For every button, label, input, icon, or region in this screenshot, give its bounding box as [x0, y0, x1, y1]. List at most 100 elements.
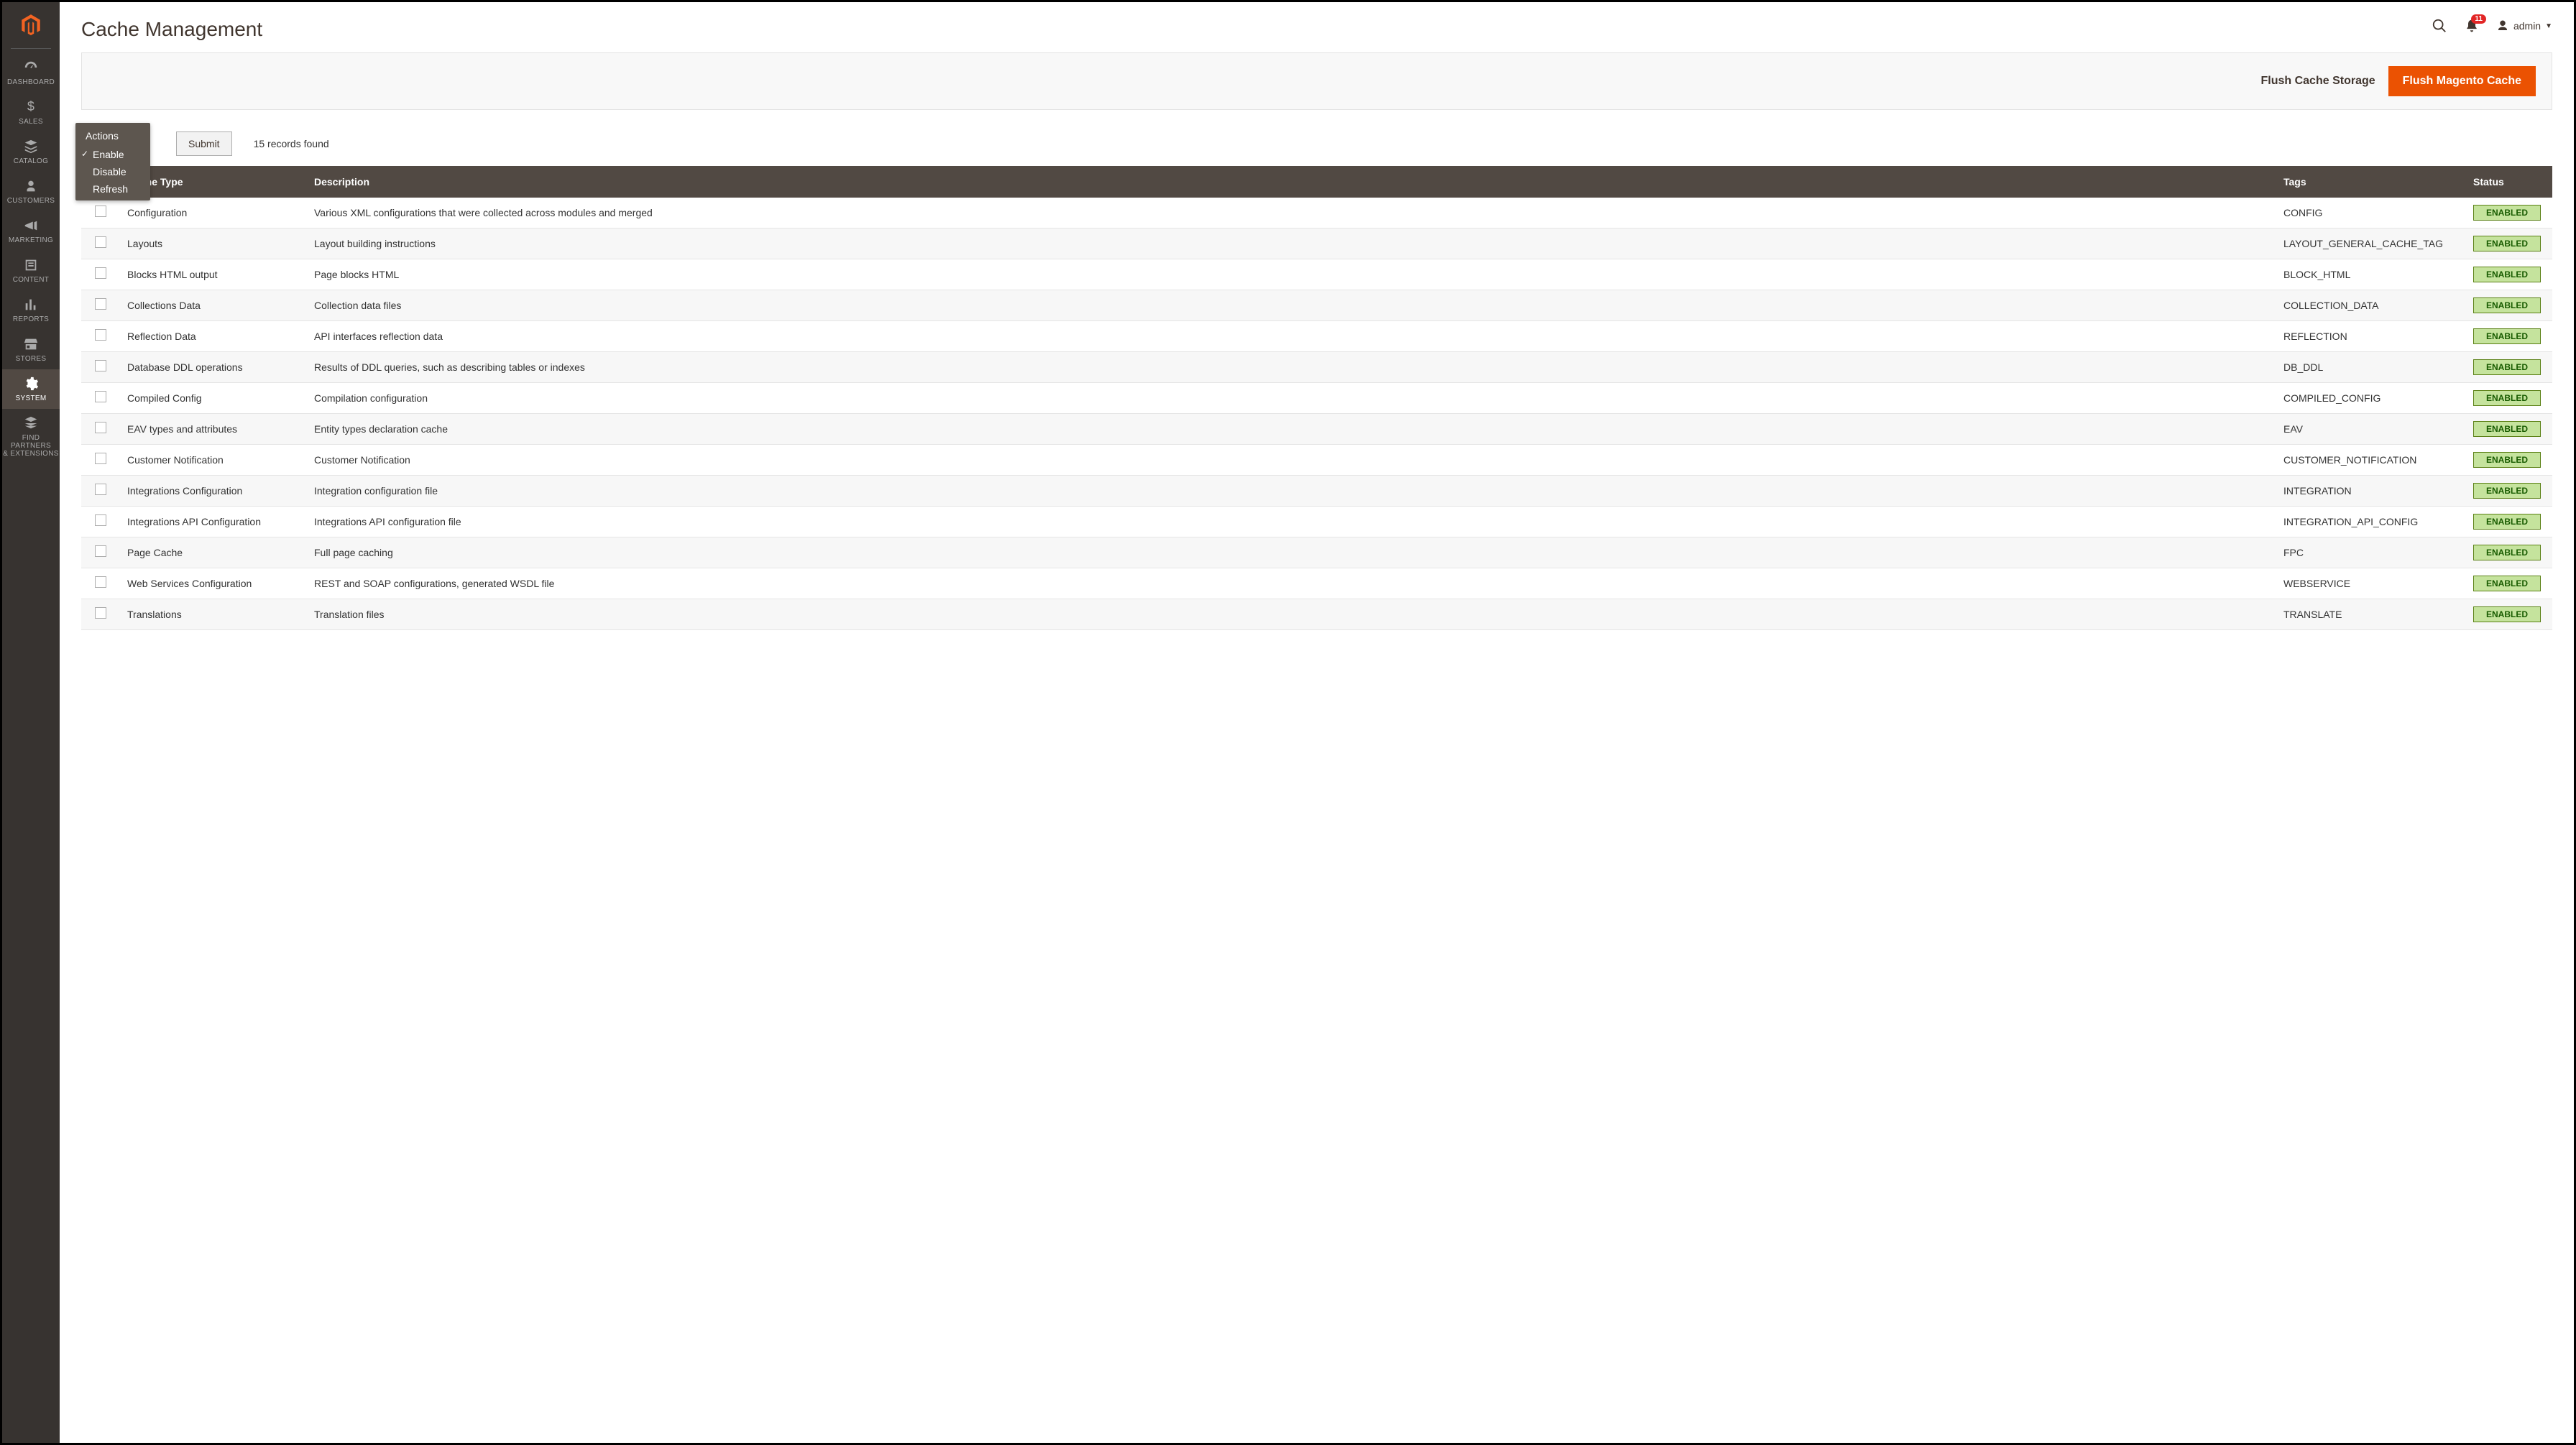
cell-cache-type: Translations [120, 599, 307, 629]
cell-status: ENABLED [2466, 475, 2552, 506]
cell-status: ENABLED [2466, 444, 2552, 475]
row-checkbox[interactable] [95, 453, 106, 464]
row-checkbox[interactable] [95, 514, 106, 526]
page-title: Cache Management [81, 18, 262, 41]
row-checkbox[interactable] [95, 298, 106, 310]
cell-cache-type: Reflection Data [120, 320, 307, 351]
submit-button[interactable]: Submit [176, 131, 232, 156]
sidebar-item-label: DASHBOARD [7, 78, 55, 86]
cell-status: ENABLED [2466, 198, 2552, 228]
cell-cache-type: Database DDL operations [120, 351, 307, 382]
account-menu[interactable]: admin ▼ [2496, 19, 2552, 32]
magento-logo-icon[interactable] [17, 11, 45, 40]
column-description[interactable]: Description [307, 166, 2276, 198]
cell-tags: CONFIG [2276, 198, 2466, 228]
sidebar-item-partners[interactable]: FIND PARTNERS& EXTENSIONS [2, 409, 60, 464]
sidebar-item-stores[interactable]: STORES [2, 330, 60, 369]
row-checkbox[interactable] [95, 607, 106, 619]
row-checkbox[interactable] [95, 422, 106, 433]
cell-status: ENABLED [2466, 290, 2552, 320]
column-status[interactable]: Status [2466, 166, 2552, 198]
sidebar-item-dollar[interactable]: $SALES [2, 93, 60, 132]
cell-description: Customer Notification [307, 444, 2276, 475]
row-checkbox[interactable] [95, 329, 106, 341]
mass-action-disable[interactable]: Disable [75, 163, 150, 180]
cell-status: ENABLED [2466, 351, 2552, 382]
sidebar-item-dashboard[interactable]: DASHBOARD [2, 53, 60, 93]
cell-tags: FPC [2276, 537, 2466, 568]
header-actions: 11 admin ▼ [2432, 18, 2552, 34]
cell-status: ENABLED [2466, 382, 2552, 413]
row-checkbox[interactable] [95, 206, 106, 217]
sidebar-item-content[interactable]: CONTENT [2, 251, 60, 290]
sidebar-item-label: CONTENT [13, 276, 49, 284]
table-row: Compiled ConfigCompilation configuration… [81, 382, 2552, 413]
table-row: TranslationsTranslation filesTRANSLATEEN… [81, 599, 2552, 629]
row-checkbox[interactable] [95, 267, 106, 279]
row-checkbox[interactable] [95, 360, 106, 371]
cell-description: Integrations API configuration file [307, 506, 2276, 537]
mass-action-refresh[interactable]: Refresh [75, 180, 150, 198]
row-checkbox[interactable] [95, 545, 106, 557]
status-badge: ENABLED [2473, 606, 2541, 622]
row-checkbox[interactable] [95, 236, 106, 248]
status-badge: ENABLED [2473, 576, 2541, 591]
column-tags[interactable]: Tags [2276, 166, 2466, 198]
flush-cache-storage-button[interactable]: Flush Cache Storage [2260, 75, 2375, 88]
row-checkbox[interactable] [95, 576, 106, 588]
cache-grid: Cache Type Description Tags Status Confi… [81, 166, 2552, 630]
cell-description: Compilation configuration [307, 382, 2276, 413]
cell-tags: INTEGRATION_API_CONFIG [2276, 506, 2466, 537]
sidebar-item-reports[interactable]: REPORTS [2, 290, 60, 330]
table-row: Reflection DataAPI interfaces reflection… [81, 320, 2552, 351]
cell-cache-type: Customer Notification [120, 444, 307, 475]
sidebar-item-catalog[interactable]: CATALOG [2, 132, 60, 172]
row-checkbox[interactable] [95, 484, 106, 495]
mass-actions-dropdown[interactable]: Actions EnableDisableRefresh [75, 123, 150, 200]
user-label: admin [2513, 20, 2541, 32]
status-badge: ENABLED [2473, 267, 2541, 282]
sidebar-item-system[interactable]: SYSTEM [2, 369, 60, 409]
cell-status: ENABLED [2466, 228, 2552, 259]
cell-tags: REFLECTION [2276, 320, 2466, 351]
records-found-label: 15 records found [254, 138, 329, 149]
main-content: Cache Management 11 admin ▼ Flush Cache … [60, 2, 2574, 1443]
row-checkbox[interactable] [95, 391, 106, 402]
notification-badge: 11 [2471, 14, 2486, 24]
sidebar-item-label: CATALOG [14, 157, 48, 165]
cell-tags: COLLECTION_DATA [2276, 290, 2466, 320]
table-row: ConfigurationVarious XML configurations … [81, 198, 2552, 228]
table-header-row: Cache Type Description Tags Status [81, 166, 2552, 198]
cell-status: ENABLED [2466, 568, 2552, 599]
mass-action-enable[interactable]: Enable [75, 146, 150, 163]
page-header: Cache Management 11 admin ▼ [60, 2, 2574, 47]
cell-cache-type: Collections Data [120, 290, 307, 320]
notifications-icon[interactable]: 11 [2465, 19, 2479, 33]
cell-description: Integration configuration file [307, 475, 2276, 506]
cell-tags: WEBSERVICE [2276, 568, 2466, 599]
mass-actions-title: Actions [75, 126, 150, 146]
grid-toolbar: Actions EnableDisableRefresh Submit 15 r… [81, 131, 2552, 156]
table-row: Collections DataCollection data filesCOL… [81, 290, 2552, 320]
flush-magento-cache-button[interactable]: Flush Magento Cache [2388, 66, 2536, 96]
status-badge: ENABLED [2473, 483, 2541, 499]
table-row: Blocks HTML outputPage blocks HTMLBLOCK_… [81, 259, 2552, 290]
cell-cache-type: Layouts [120, 228, 307, 259]
cell-status: ENABLED [2466, 320, 2552, 351]
status-badge: ENABLED [2473, 328, 2541, 344]
table-row: Page CacheFull page cachingFPCENABLED [81, 537, 2552, 568]
sidebar-item-label: STORES [16, 355, 47, 363]
cell-tags: DB_DDL [2276, 351, 2466, 382]
status-badge: ENABLED [2473, 421, 2541, 437]
status-badge: ENABLED [2473, 514, 2541, 530]
table-row: LayoutsLayout building instructionsLAYOU… [81, 228, 2552, 259]
sidebar-item-marketing[interactable]: MARKETING [2, 211, 60, 251]
search-icon[interactable] [2432, 18, 2447, 34]
cell-status: ENABLED [2466, 506, 2552, 537]
cell-description: Layout building instructions [307, 228, 2276, 259]
sidebar-item-customers[interactable]: CUSTOMERS [2, 172, 60, 211]
cell-description: Collection data files [307, 290, 2276, 320]
cell-cache-type: Web Services Configuration [120, 568, 307, 599]
user-icon [2496, 19, 2509, 32]
cell-cache-type: Configuration [120, 198, 307, 228]
